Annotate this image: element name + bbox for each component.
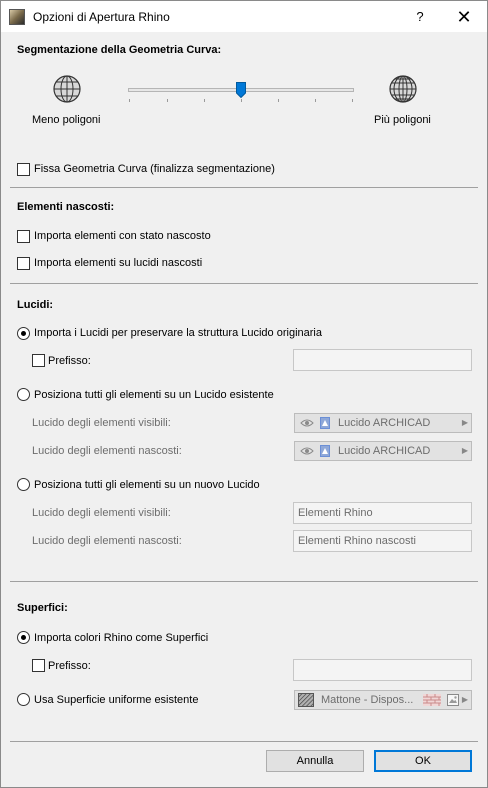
surfaces-uniform-radio[interactable] — [17, 693, 30, 706]
layers-prefix-checkbox[interactable] — [32, 354, 45, 367]
title-bar[interactable]: Opzioni di Apertura Rhino ? ✕ — [1, 1, 487, 32]
help-button[interactable]: ? — [405, 6, 435, 28]
globe-more-icon — [389, 75, 417, 103]
dropdown-arrow-icon: ▶ — [461, 418, 468, 427]
layers-heading: Lucidi: — [17, 299, 54, 311]
dropdown-arrow-icon: ▶ — [461, 695, 468, 704]
visible-layer-dropdown[interactable]: Lucido ARCHICAD ▶ — [294, 413, 472, 433]
new-hidden-layer-label: Lucido degli elementi nascosti: — [32, 535, 182, 547]
segmentation-slider-thumb[interactable] — [236, 82, 246, 98]
eye-icon — [300, 419, 314, 427]
surfaces-prefix-input[interactable] — [293, 659, 472, 681]
window-title: Opzioni di Apertura Rhino — [33, 10, 170, 24]
fix-geometry-label[interactable]: Fissa Geometria Curva (finalizza segment… — [34, 163, 275, 175]
hidden-layer-value: Lucido ARCHICAD — [338, 445, 431, 457]
layers-new-label[interactable]: Posiziona tutti gli elementi su un nuovo… — [34, 479, 260, 491]
new-visible-layer-input[interactable]: Elementi Rhino — [293, 502, 472, 524]
surfaces-uniform-label[interactable]: Usa Superficie uniforme esistente — [34, 694, 198, 706]
eye-icon — [300, 447, 314, 455]
import-hidden-layers-checkbox[interactable] — [17, 257, 30, 270]
surfaces-prefix-checkbox[interactable] — [32, 659, 45, 672]
layers-preserve-radio[interactable] — [17, 327, 30, 340]
new-hidden-layer-input[interactable]: Elementi Rhino nascosti — [293, 530, 472, 552]
dropdown-arrow-icon: ▶ — [461, 446, 468, 455]
cancel-button[interactable]: Annulla — [266, 750, 364, 772]
slider-tick — [129, 99, 130, 102]
globe-less-icon — [53, 75, 81, 103]
surface-dropdown[interactable]: Mattone - Dispos... ▶ — [294, 690, 472, 710]
hidden-layer-label: Lucido degli elementi nascosti: — [32, 445, 182, 457]
hidden-layer-dropdown[interactable]: Lucido ARCHICAD ▶ — [294, 441, 472, 461]
surface-value: Mattone - Dispos... — [321, 694, 414, 706]
import-hidden-label[interactable]: Importa elementi con stato nascosto — [34, 230, 211, 242]
layer-icon — [320, 445, 330, 457]
more-polygons-label: Più poligoni — [374, 114, 431, 126]
close-button[interactable]: ✕ — [449, 5, 479, 29]
new-visible-layer-label: Lucido degli elementi visibili: — [32, 507, 171, 519]
surfaces-prefix-label[interactable]: Prefisso: — [48, 660, 91, 672]
slider-tick — [278, 99, 279, 102]
surface-swatch-icon — [298, 693, 314, 707]
surfaces-import-label[interactable]: Importa colori Rhino come Superfici — [34, 632, 208, 644]
separator — [10, 283, 478, 284]
brick-pattern-icon — [423, 694, 441, 706]
separator — [10, 581, 478, 582]
separator — [10, 187, 478, 188]
layers-new-radio[interactable] — [17, 478, 30, 491]
surfaces-heading: Superfici: — [17, 602, 68, 614]
segmentation-heading: Segmentazione della Geometria Curva: — [17, 44, 222, 56]
layers-prefix-input[interactable] — [293, 349, 472, 371]
visible-layer-value: Lucido ARCHICAD — [338, 417, 431, 429]
slider-tick — [204, 99, 205, 102]
slider-tick — [315, 99, 316, 102]
slider-tick — [352, 99, 353, 102]
ok-button[interactable]: OK — [374, 750, 472, 772]
slider-tick — [241, 99, 242, 102]
rhino-app-icon — [9, 9, 25, 25]
slider-tick — [167, 99, 168, 102]
layers-preserve-label[interactable]: Importa i Lucidi per preservare la strut… — [34, 327, 322, 339]
visible-layer-label: Lucido degli elementi visibili: — [32, 417, 171, 429]
hidden-elements-heading: Elementi nascosti: — [17, 201, 115, 213]
layers-existing-radio[interactable] — [17, 388, 30, 401]
layer-icon — [320, 417, 330, 429]
less-polygons-label: Meno poligoni — [32, 114, 101, 126]
import-hidden-checkbox[interactable] — [17, 230, 30, 243]
layers-existing-label[interactable]: Posiziona tutti gli elementi su un Lucid… — [34, 389, 274, 401]
surface-picture-icon — [447, 694, 459, 706]
separator — [10, 741, 478, 742]
fix-geometry-checkbox[interactable] — [17, 163, 30, 176]
surfaces-import-radio[interactable] — [17, 631, 30, 644]
layers-prefix-label[interactable]: Prefisso: — [48, 355, 91, 367]
import-hidden-layers-label[interactable]: Importa elementi su lucidi nascosti — [34, 257, 202, 269]
